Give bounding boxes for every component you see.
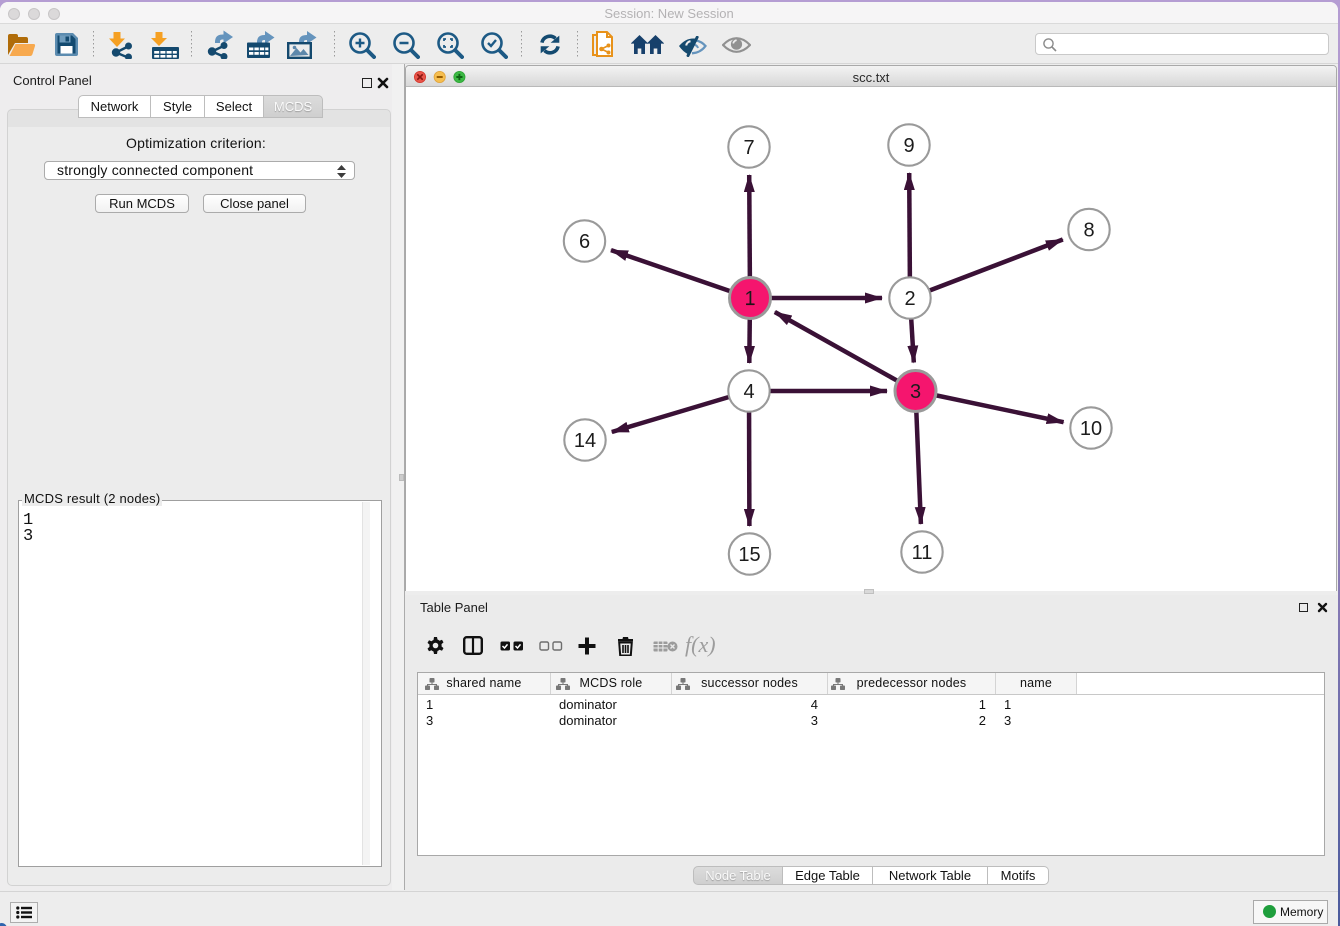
svg-text:10: 10 (1080, 418, 1102, 440)
svg-text:1: 1 (744, 288, 755, 310)
svg-text:11: 11 (912, 542, 933, 564)
svg-text:9: 9 (903, 135, 914, 157)
svg-text:14: 14 (574, 430, 596, 452)
svg-text:4: 4 (743, 381, 754, 403)
svg-text:2: 2 (904, 288, 915, 310)
svg-text:15: 15 (738, 544, 760, 566)
svg-text:6: 6 (579, 231, 590, 253)
svg-text:8: 8 (1083, 220, 1094, 242)
svg-text:3: 3 (910, 381, 921, 403)
svg-text:7: 7 (743, 137, 754, 159)
